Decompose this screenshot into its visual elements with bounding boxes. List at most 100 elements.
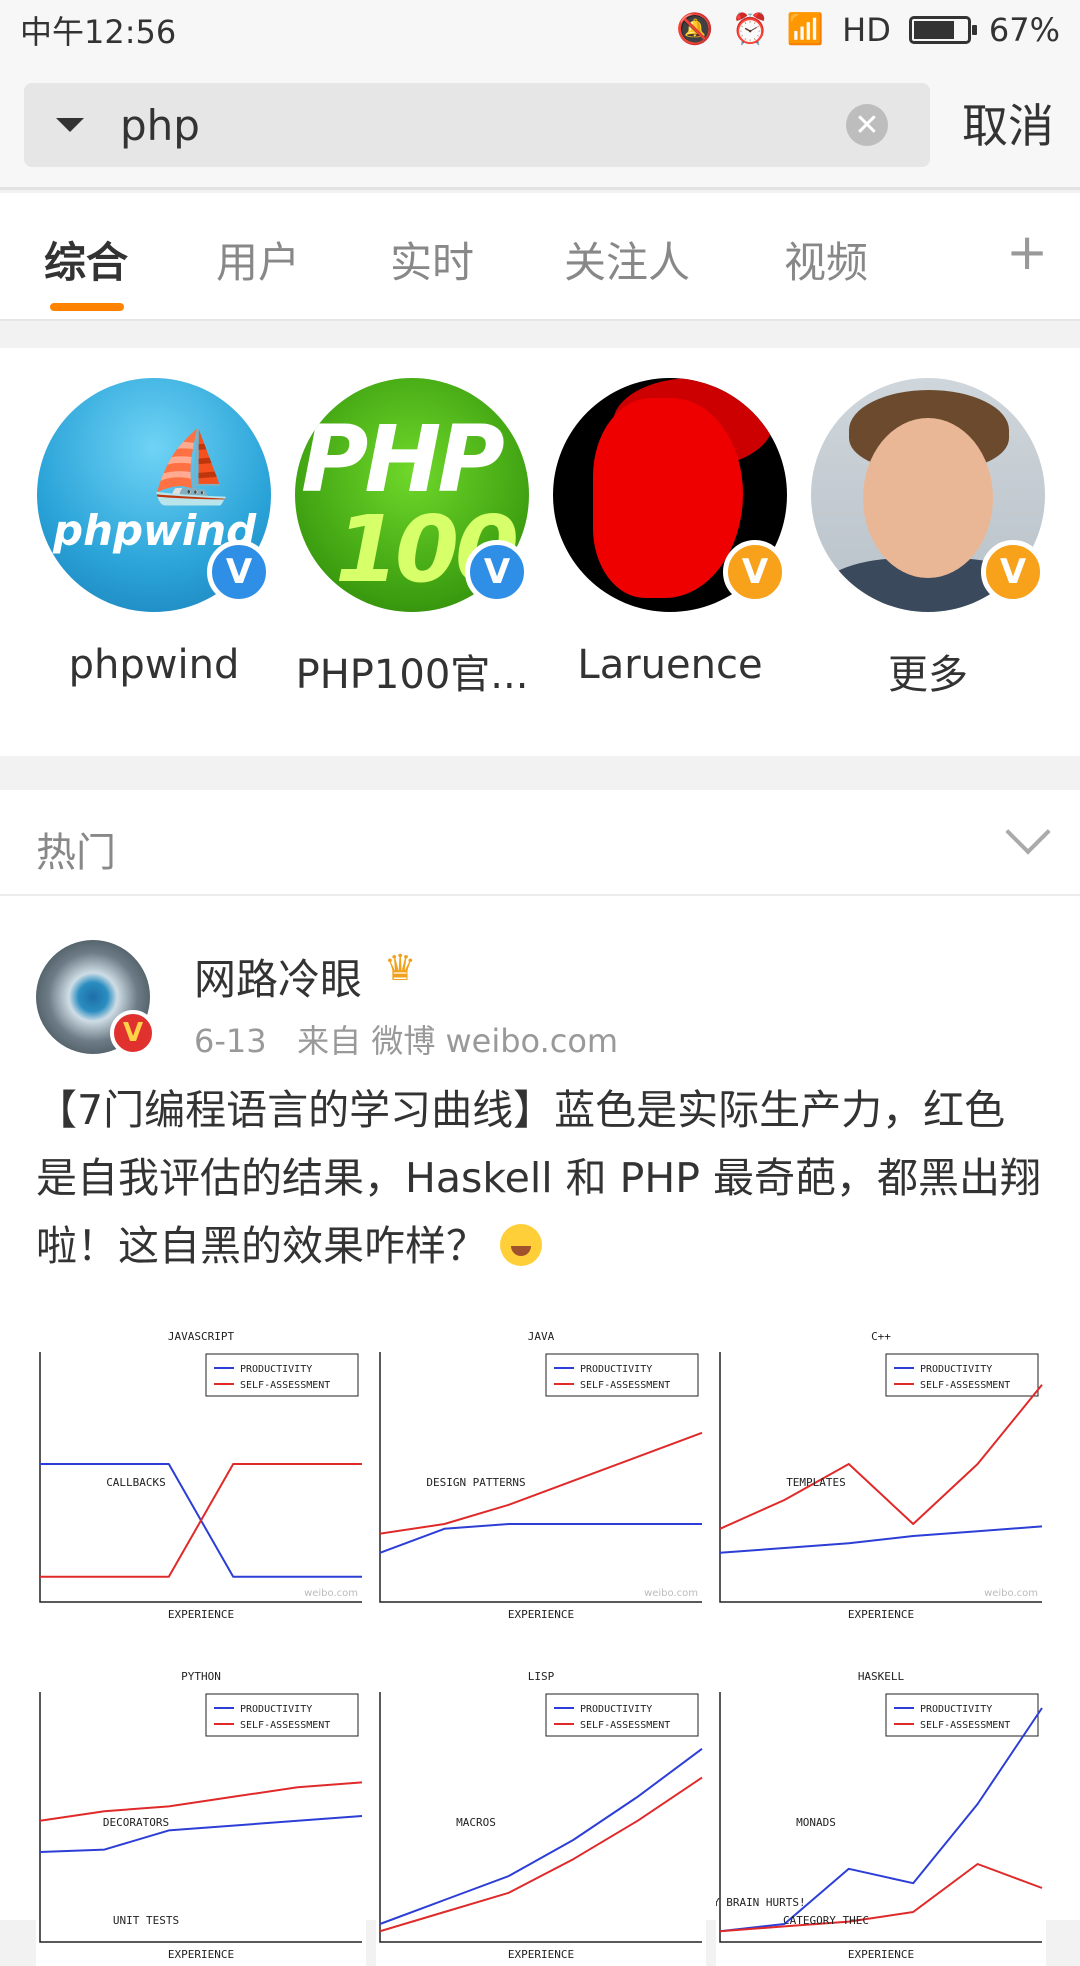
series-line-productivity (39, 1815, 363, 1853)
user-name: PHP100官... (295, 652, 529, 698)
chart-annotation: MY BRAIN HURTS! (716, 1896, 806, 1909)
chart-watermark: weibo.com (644, 1588, 698, 1599)
chart-java[interactable]: JAVA EXPERIENCE PRODUCTIVITY SELF-ASSESSMEN… (376, 1326, 706, 1626)
chevron-down-icon[interactable] (1005, 809, 1051, 855)
clear-search-icon[interactable]: ✕ (846, 104, 888, 146)
legend-label: SELF-ASSESSMENT (920, 1380, 1010, 1391)
user-card-more[interactable]: V 更多 (810, 378, 1046, 700)
series-line-self-assessment (40, 1463, 362, 1578)
legend-label: PRODUCTIVITY (580, 1364, 652, 1375)
search-tabs: 综合 用户 实时 关注人 视频 + (0, 193, 1080, 321)
chart-annotation: MACROS (456, 1816, 496, 1829)
chart-annotation: MONADS (796, 1816, 836, 1829)
legend-label: SELF-ASSESSMENT (240, 1380, 330, 1391)
chart-title: JAVASCRIPT (168, 1330, 235, 1343)
series-line-self-assessment (379, 1776, 703, 1933)
verified-badge-icon: V (110, 1010, 156, 1056)
legend-label: SELF-ASSESSMENT (580, 1720, 670, 1731)
legend-label: PRODUCTIVITY (240, 1704, 312, 1715)
status-bar: 中午12:56 🔕 ⏰ 📶 HD 67% (0, 0, 1080, 60)
search-input[interactable] (120, 100, 846, 150)
status-time: 中午12:56 (20, 13, 177, 51)
chart-xlabel: EXPERIENCE (508, 1608, 574, 1621)
series-line-productivity (379, 1523, 702, 1554)
chart-svg: JAVA EXPERIENCE PRODUCTIVITY SELF-ASSESSMEN… (379, 1330, 703, 1621)
search-box[interactable]: ✕ (24, 83, 930, 167)
user-card-phpwind[interactable]: ⛵ phpwind V phpwind (36, 378, 272, 688)
post-author[interactable]: 网路冷眼 (194, 946, 362, 1007)
chart-haskell[interactable]: HASKELL EXPERIENCE PRODUCTIVITY SELF-ASSESS… (716, 1666, 1046, 1966)
verified-badge-icon: V (207, 540, 271, 604)
wifi-icon: 📶 (786, 12, 825, 47)
chart-xlabel: EXPERIENCE (508, 1948, 574, 1961)
legend-label: SELF-ASSESSMENT (580, 1380, 670, 1391)
chart-annotation: DECORATORS (103, 1816, 169, 1829)
series-line-productivity (379, 1747, 703, 1925)
legend-label: SELF-ASSESSMENT (920, 1720, 1010, 1731)
chart-annotation: CATEGORY THEC (783, 1914, 869, 1927)
section-title: 热门 (36, 830, 116, 876)
chart-c-[interactable]: C++ EXPERIENCE PRODUCTIVITY SELF-ASSESSMENT… (716, 1326, 1046, 1626)
chart-watermark: weibo.com (304, 1588, 358, 1599)
series-line-self-assessment (719, 1384, 1043, 1530)
search-type-dropdown-icon[interactable] (56, 118, 84, 132)
add-tab-icon[interactable]: + (1006, 223, 1048, 281)
verified-badge-icon: V (465, 540, 529, 604)
series-line-self-assessment (39, 1781, 363, 1822)
mute-icon: 🔕 (676, 12, 714, 47)
chart-annotation: DESIGN PATTERNS (426, 1476, 525, 1489)
chart-xlabel: EXPERIENCE (168, 1948, 234, 1961)
author-avatar[interactable]: V (36, 940, 156, 1056)
post-card[interactable]: V 网路冷眼 ♛ 6-13 来自 微博 weibo.com 【7门编程语言的学习… (0, 896, 1080, 1966)
chart-annotation: CALLBACKS (106, 1476, 166, 1489)
tab-comprehensive[interactable]: 综合 (44, 229, 128, 290)
post-source: 来自 微博 weibo.com (297, 1022, 619, 1060)
user-name: Laruence (577, 642, 763, 688)
chart-xlabel: EXPERIENCE (848, 1948, 914, 1961)
more-users-label: 更多 (888, 652, 968, 698)
tab-video[interactable]: 视频 (784, 229, 868, 290)
chart-svg: PYTHON EXPERIENCE PRODUCTIVITY SELF-ASSESSM… (39, 1670, 363, 1961)
ship-icon: ⛵ (147, 426, 235, 508)
user-name: phpwind (68, 642, 240, 688)
chart-svg: LISP EXPERIENCE PRODUCTIVITY SELF-ASSESSMEN… (379, 1670, 703, 1961)
legend-label: PRODUCTIVITY (920, 1364, 992, 1375)
verified-badge-icon: V (723, 540, 787, 604)
battery-icon (908, 16, 977, 44)
legend-label: PRODUCTIVITY (580, 1704, 652, 1715)
user-card-laruence[interactable]: V Laruence (552, 378, 788, 688)
chart-title: C++ (871, 1330, 891, 1343)
status-icons: 🔕 ⏰ 📶 HD 67% (676, 11, 1060, 49)
network-label: HD (842, 11, 891, 49)
crown-icon: ♛ (384, 948, 417, 989)
user-card-php100[interactable]: PHP 100 V PHP100官... (294, 378, 530, 700)
chart-title: LISP (528, 1670, 555, 1683)
series-line-productivity (719, 1525, 1043, 1554)
chart-svg: HASKELL EXPERIENCE PRODUCTIVITY SELF-ASSESS… (716, 1670, 1043, 1961)
alarm-icon: ⏰ (731, 12, 769, 47)
legend-label: PRODUCTIVITY (240, 1364, 312, 1375)
cancel-button[interactable]: 取消 (962, 90, 1054, 156)
active-tab-indicator (50, 303, 124, 311)
tab-following[interactable]: 关注人 (564, 229, 690, 290)
legend-label: SELF-ASSESSMENT (240, 1720, 330, 1731)
battery-percent: 67% (988, 11, 1060, 49)
tab-users[interactable]: 用户 (216, 229, 300, 290)
chart-title: PYTHON (181, 1670, 221, 1683)
post-meta: 6-13 来自 微博 weibo.com (194, 1016, 618, 1062)
chart-lisp[interactable]: LISP EXPERIENCE PRODUCTIVITY SELF-ASSESSMEN… (376, 1666, 706, 1966)
chart-annotation: UNIT TESTS (113, 1914, 179, 1927)
tab-realtime[interactable]: 实时 (390, 229, 474, 290)
post-date: 6-13 (194, 1022, 267, 1060)
hot-section-header[interactable]: 热门 (0, 790, 1080, 896)
verified-badge-icon: V (981, 540, 1045, 604)
chart-title: JAVA (528, 1330, 555, 1343)
chart-python[interactable]: PYTHON EXPERIENCE PRODUCTIVITY SELF-ASSESSM… (36, 1666, 366, 1966)
chart-xlabel: EXPERIENCE (848, 1608, 914, 1621)
legend-label: PRODUCTIVITY (920, 1704, 992, 1715)
chart-javascript[interactable]: JAVASCRIPT EXPERIENCE PRODUCTIVITY SELF-ASS… (36, 1326, 366, 1626)
chart-svg: C++ EXPERIENCE PRODUCTIVITY SELF-ASSESSMENT… (719, 1330, 1043, 1621)
search-header: ✕ 取消 (0, 60, 1080, 190)
chart-svg: JAVASCRIPT EXPERIENCE PRODUCTIVITY SELF-ASS… (39, 1330, 362, 1621)
laughing-crying-emoji-icon (500, 1224, 543, 1266)
